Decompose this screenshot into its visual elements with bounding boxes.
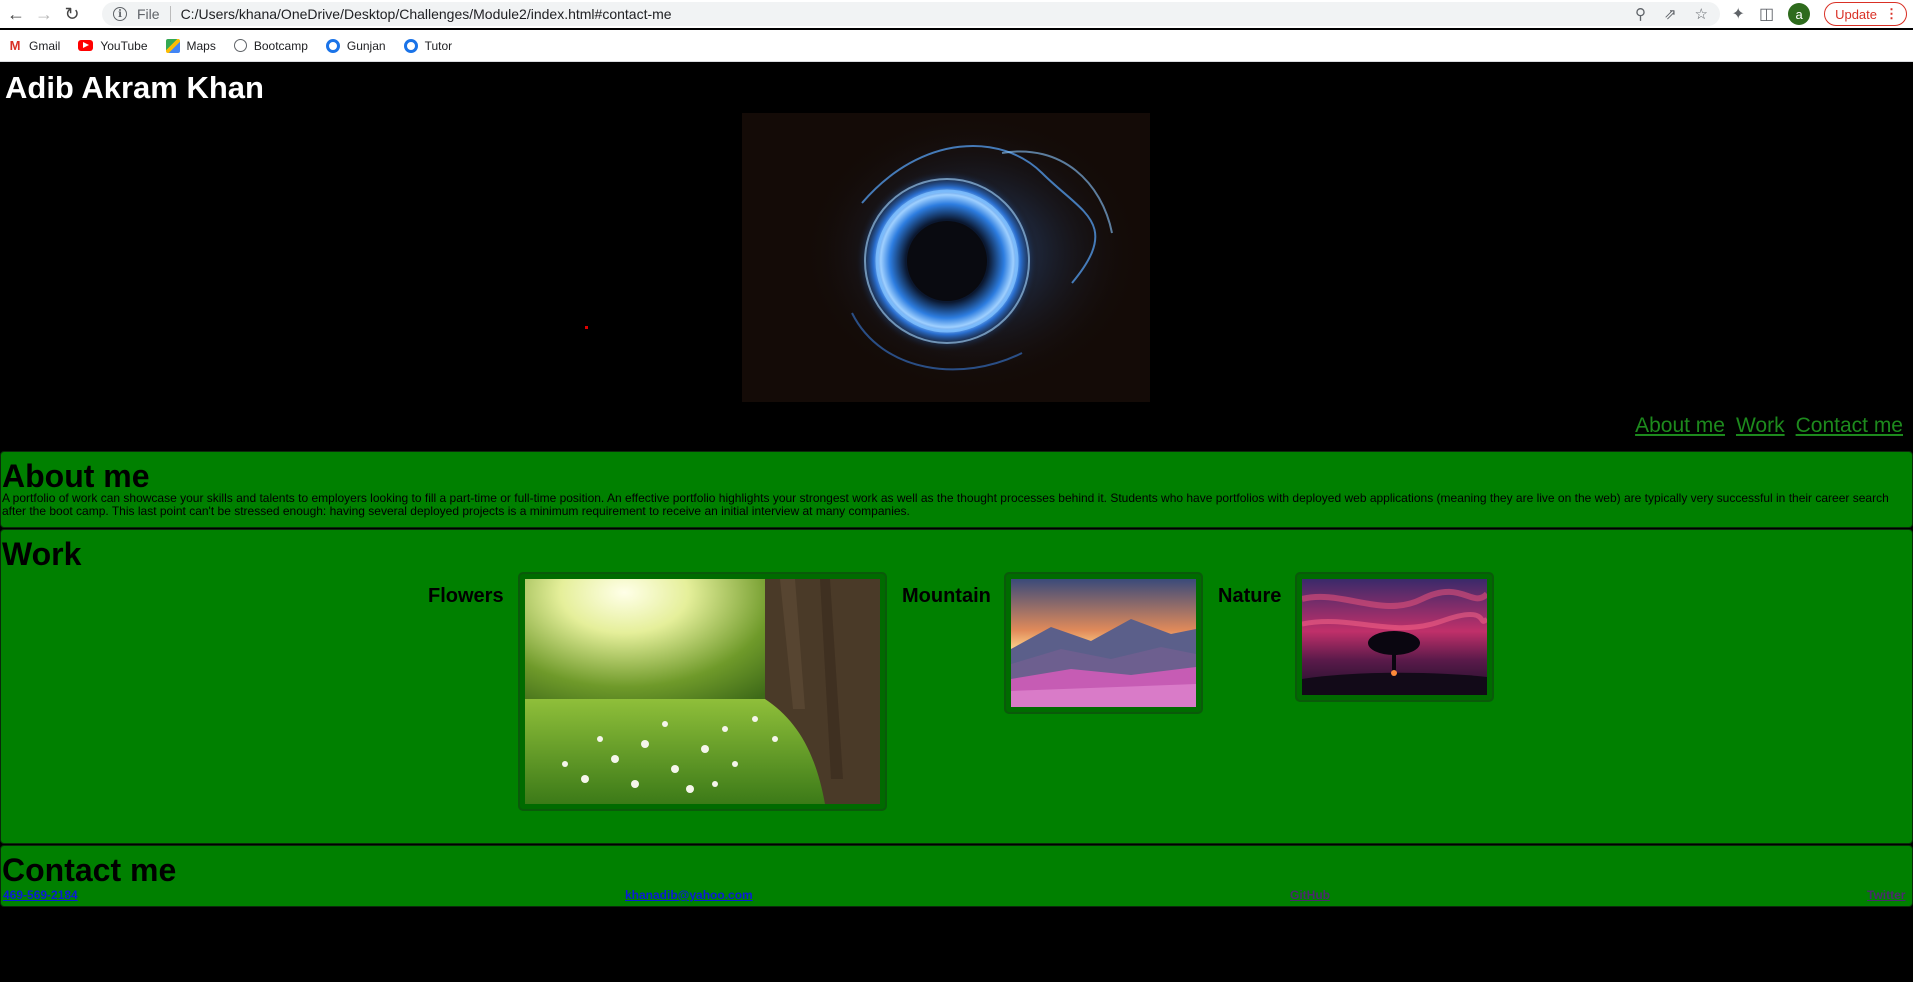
contact-github-link[interactable]: GitHub [1290,888,1330,902]
omnibox-divider [169,6,171,22]
zoom-icon[interactable]: ⚲ [1635,5,1646,23]
share-icon[interactable]: ⇗ [1664,5,1677,23]
contact-section: Contact me 469-569-2184 khanadib@yahoo.c… [0,845,1913,907]
page-content: Adib Akram Khan About me Work Contact me… [0,64,1913,982]
update-label: Update [1835,6,1877,22]
contact-phone-link[interactable]: 469-569-2184 [3,888,78,902]
work-card-nature[interactable] [1295,572,1494,702]
site-title: Adib Akram Khan [5,70,264,105]
about-section: About me A portfolio of work can showcas… [0,451,1913,528]
work-card-mountain[interactable] [1004,572,1203,714]
work-label-flowers: Flowers [428,585,504,607]
bookmark-label: Bootcamp [253,38,308,53]
contact-heading: Contact me [2,852,177,888]
bookmark-label: YouTube [100,38,148,53]
circle-icon [403,38,418,53]
contact-email-link[interactable]: khanadib@yahoo.com [625,888,753,902]
profile-avatar[interactable]: a [1788,3,1811,25]
main-nav: About me Work Contact me [1635,414,1903,438]
side-panel-icon[interactable]: ◫ [1759,4,1774,24]
stray-dot [585,326,588,329]
bookmark-label: Tutor [424,38,453,53]
bookmark-bootcamp[interactable]: Bootcamp [233,38,308,53]
browser-toolbar: ← → ↻ i File C:/Users/khana/OneDrive/Des… [0,0,1913,28]
update-button[interactable]: Update ⋮ [1824,2,1907,26]
menu-dots-icon: ⋮ [1885,6,1898,21]
bookmark-gmail[interactable]: M Gmail [8,38,61,53]
bookmark-youtube[interactable]: YouTube [78,38,148,53]
bookmark-tutor[interactable]: Tutor [403,38,453,53]
bookmark-maps[interactable]: Maps [165,38,216,53]
bookmarks-bar: M Gmail YouTube Maps Bootcamp Gunjan Tut… [0,30,1913,62]
globe-icon [233,39,247,52]
extensions-icon[interactable]: ✦ [1732,4,1745,24]
about-heading: About me [2,458,150,494]
gmail-icon: M [9,38,21,53]
address-bar[interactable]: i File C:/Users/khana/OneDrive/Desktop/C… [102,2,1720,26]
mountain-image [1011,579,1196,707]
reload-icon[interactable]: ↻ [60,2,84,26]
back-icon[interactable]: ← [4,2,28,26]
work-section: Work Flowers Mountain Nature [0,529,1913,844]
nature-image [1302,579,1487,695]
file-label: File [137,6,160,22]
star-icon[interactable]: ☆ [1695,5,1708,23]
nav-work[interactable]: Work [1736,414,1785,438]
work-card-flowers[interactable] [518,572,887,811]
info-icon[interactable]: i [113,7,127,21]
forward-icon[interactable]: → [32,2,56,26]
bookmark-gunjan[interactable]: Gunjan [325,38,386,53]
youtube-icon [78,40,94,51]
maps-icon [165,38,180,53]
work-label-nature: Nature [1218,585,1282,607]
bookmark-label: Gunjan [346,38,386,53]
url-text[interactable]: C:/Users/khana/OneDrive/Desktop/Challeng… [181,6,672,22]
bookmark-label: Gmail [29,38,61,53]
flowers-image [525,579,880,804]
about-text: A portfolio of work can showcase your sk… [2,491,1889,518]
hero-image [742,113,1150,402]
work-heading: Work [2,536,82,572]
work-label-mountain: Mountain [902,585,991,607]
nav-about-me[interactable]: About me [1635,414,1725,438]
circle-icon [325,38,340,53]
nav-contact-me[interactable]: Contact me [1796,414,1903,438]
contact-twitter-link[interactable]: Twitter [1867,888,1905,902]
bookmark-label: Maps [186,38,216,53]
